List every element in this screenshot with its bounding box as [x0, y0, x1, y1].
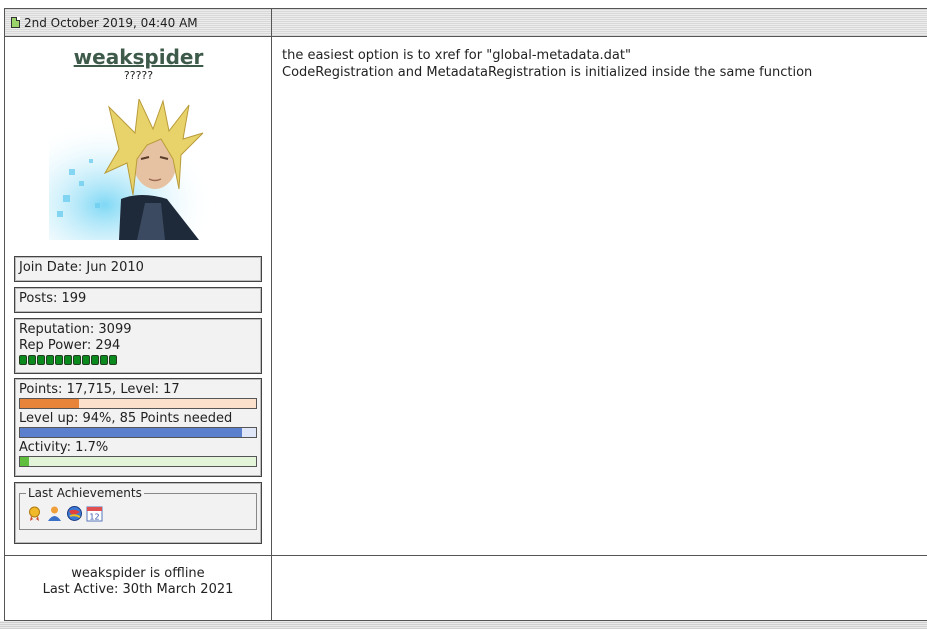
user-info-panel: weakspider ????? Join Date: Jun 2010 Pos… — [5, 37, 272, 555]
reputation-gem-icon — [55, 355, 63, 365]
post-date: 2nd October 2019, 04:40 AM — [24, 15, 198, 30]
last-active: Last Active: 30th March 2021 — [42, 582, 234, 597]
achievements-box: Last Achievements 12 — [14, 482, 262, 544]
reputation-box: Reputation: 3099 Rep Power: 294 — [14, 318, 262, 374]
post-header: 2nd October 2019, 04:40 AM — [5, 9, 927, 37]
reputation: Reputation: 3099 — [19, 322, 132, 337]
reputation-gem-icon — [28, 355, 36, 365]
points-progress-fill — [20, 399, 79, 408]
reputation-gem-icon — [109, 355, 117, 365]
level-up-progress-fill — [20, 428, 242, 437]
posts-box: Posts: 199 — [14, 287, 262, 313]
points-label: Points: 17,715, Level: 17 — [19, 382, 180, 397]
post-message: the easiest option is to xref for "globa… — [282, 47, 924, 81]
level-up-progress-bar — [19, 427, 257, 438]
user-avatar[interactable] — [49, 99, 234, 240]
message-line: the easiest option is to xref for "globa… — [282, 48, 631, 63]
reputation-gem-icon — [82, 355, 90, 365]
username-link[interactable]: weakspider — [5, 45, 272, 69]
calendar-icon[interactable]: 12 — [86, 505, 103, 522]
activity-progress-bar — [19, 456, 257, 467]
post-separator — [0, 621, 927, 629]
reputation-gem-icon — [64, 355, 72, 365]
reputation-gem-icon — [91, 355, 99, 365]
post-count: Posts: 199 — [19, 291, 87, 306]
post-date-cell: 2nd October 2019, 04:40 AM — [5, 9, 272, 36]
online-status: weakspider is offline — [71, 566, 205, 581]
medal-icon[interactable] — [26, 505, 43, 522]
rep-power: Rep Power: 294 — [19, 338, 121, 353]
achievement-icons: 12 — [26, 505, 250, 522]
message-line: CodeRegistration and MetadataRegistratio… — [282, 65, 813, 80]
post-document-icon — [11, 17, 20, 28]
reputation-gem-icon — [100, 355, 108, 365]
user-status-cell: weakspider is offline Last Active: 30th … — [5, 556, 272, 622]
activity-progress-fill — [20, 457, 30, 466]
post-message-cell: the easiest option is to xref for "globa… — [273, 37, 927, 555]
reputation-gem-icon — [73, 355, 81, 365]
user-title: ????? — [123, 69, 154, 82]
forum-post: 2nd October 2019, 04:40 AM weakspider ??… — [4, 8, 927, 622]
points-progress-bar — [19, 398, 257, 409]
reputation-gem-icon — [46, 355, 54, 365]
reputation-gem-icon — [37, 355, 45, 365]
reputation-gems — [19, 355, 257, 365]
post-footer: weakspider is offline Last Active: 30th … — [5, 555, 927, 622]
reputation-gem-icon — [19, 355, 27, 365]
globe-icon[interactable] — [66, 505, 83, 522]
level-box: Points: 17,715, Level: 17 Level up: 94%,… — [14, 378, 262, 477]
join-date-box: Join Date: Jun 2010 — [14, 256, 262, 282]
achievements-legend: Last Achievements — [28, 486, 142, 500]
achievements-fieldset: Last Achievements 12 — [19, 486, 257, 530]
user-award-icon[interactable] — [46, 505, 63, 522]
level-up-label: Level up: 94%, 85 Points needed — [19, 411, 233, 426]
join-date: Join Date: Jun 2010 — [19, 260, 144, 275]
activity-label: Activity: 1.7% — [19, 440, 109, 455]
svg-text:12: 12 — [89, 513, 99, 522]
